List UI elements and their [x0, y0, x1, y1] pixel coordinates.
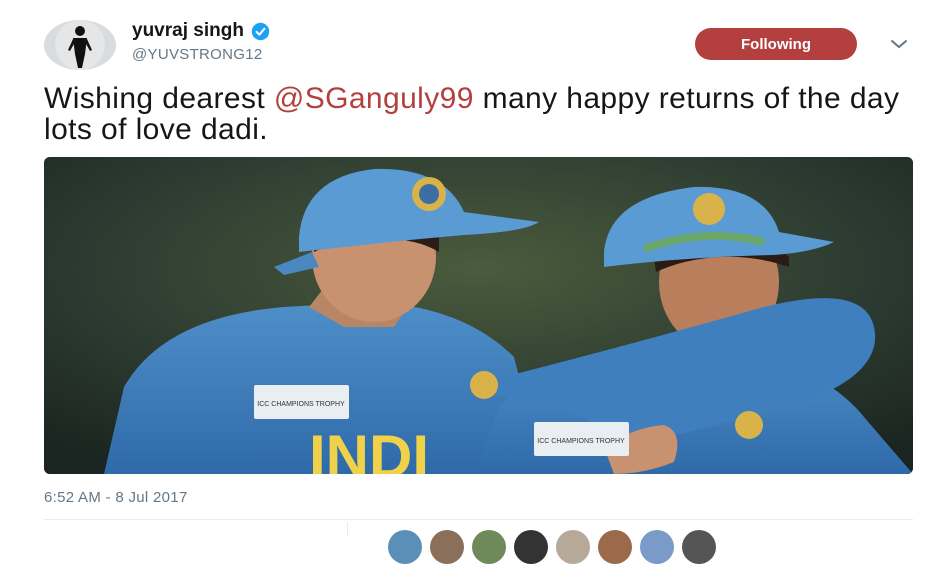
liker-avatar[interactable] [514, 530, 548, 564]
liker-avatar[interactable] [556, 530, 590, 564]
divider [44, 519, 913, 520]
verified-badge-icon [251, 22, 270, 40]
chevron-down-icon[interactable] [890, 38, 908, 50]
liker-avatar[interactable] [598, 530, 632, 564]
tweet-header: yuvraj singh @YUVSTRONG12 Following [40, 18, 910, 74]
author-name[interactable]: yuvraj singh [132, 20, 244, 42]
liker-avatar[interactable] [640, 530, 674, 564]
liker-avatar[interactable] [682, 530, 716, 564]
author-avatar[interactable] [44, 20, 116, 70]
left-badge-text: ICC CHAMPIONS TROPHY [257, 401, 345, 408]
right-crest [735, 411, 763, 439]
following-button[interactable]: Following [695, 28, 857, 60]
tweet-text: Wishing dearest @SGanguly99 many happy r… [44, 83, 924, 145]
stats-divider [347, 522, 348, 536]
tweet-timestamp[interactable]: 6:52 AM - 8 Jul 2017 [44, 489, 188, 506]
liker-avatar[interactable] [388, 530, 422, 564]
author-name-row: yuvraj singh [132, 20, 270, 42]
mention-link[interactable]: @SGanguly99 [274, 82, 474, 115]
liker-avatars [388, 530, 716, 564]
liker-avatar[interactable] [472, 530, 506, 564]
tweet-photo[interactable]: ICC CHAMPIONS TROPHY ICC CHAMPIONS TROPH… [44, 157, 913, 474]
liker-avatar[interactable] [430, 530, 464, 564]
author-handle[interactable]: @YUVSTRONG12 [132, 46, 263, 63]
right-badge-text: ICC CHAMPIONS TROPHY [537, 438, 625, 445]
jersey-text: INDI [309, 423, 429, 474]
cricketers-photo: ICC CHAMPIONS TROPHY ICC CHAMPIONS TROPH… [44, 157, 913, 474]
avatar-silhouette-icon [55, 20, 105, 70]
tweet-text-start: Wishing dearest [44, 82, 274, 115]
left-crest [470, 371, 498, 399]
